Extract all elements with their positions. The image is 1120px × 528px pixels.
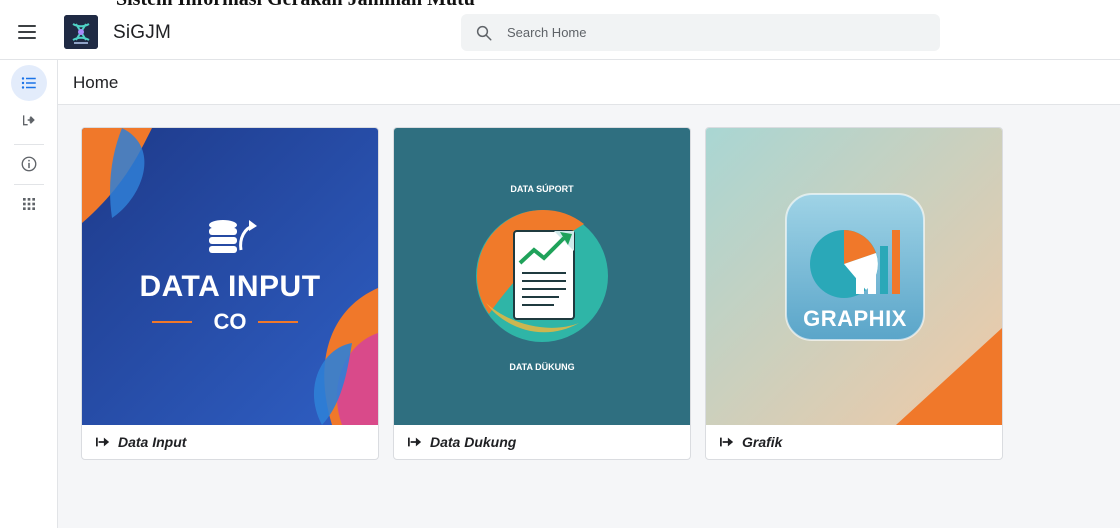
app-title[interactable]: SiGJM	[113, 22, 171, 44]
card-image-top-text: DATA SÚPORT	[510, 184, 574, 194]
decor-line-right	[258, 321, 298, 323]
list-icon	[21, 77, 36, 89]
rail-item-apps[interactable]	[11, 186, 47, 222]
search-input[interactable]	[507, 14, 927, 51]
card-image-data-input[interactable]: DATA INPUT CO	[82, 128, 378, 425]
card-label: Data Dukung	[430, 434, 517, 450]
rail-item-list[interactable]	[11, 65, 47, 101]
search-box[interactable]	[461, 14, 940, 51]
info-icon	[21, 156, 37, 172]
logout-icon	[23, 115, 35, 126]
card-footer[interactable]: Data Input	[82, 425, 378, 459]
login-arrow-icon	[96, 437, 110, 447]
card-image-title: DATA INPUT	[139, 270, 321, 303]
app-logo[interactable]	[64, 15, 98, 49]
search-icon	[476, 25, 492, 41]
login-arrow-icon	[720, 437, 734, 447]
card-data-dukung[interactable]: DATA SÚPORT DATA DÜKUNG Data Dukung	[393, 127, 691, 460]
rail-divider	[14, 144, 44, 145]
top-strip: Sistem Informasi Gerakan Jaminan Mutu	[0, 0, 1120, 8]
card-image-grafik[interactable]: GRAPHIX	[706, 128, 1002, 425]
side-rail	[0, 60, 58, 528]
card-image-bottom-text: DATA DÜKUNG	[509, 362, 575, 372]
card-label: Grafik	[742, 434, 783, 450]
rail-divider	[14, 184, 44, 185]
card-footer[interactable]: Grafik	[706, 425, 1002, 459]
card-label: Data Input	[118, 434, 187, 450]
rail-item-logout[interactable]	[11, 102, 47, 138]
app-bar: SiGJM	[0, 8, 1120, 60]
card-grafik[interactable]: GRAPHIX Grafik	[705, 127, 1003, 460]
card-image-subtitle: CO	[213, 309, 247, 334]
page-title: Home	[73, 73, 119, 92]
rail-item-info[interactable]	[11, 146, 47, 182]
card-data-input[interactable]: DATA INPUT CO Data Input	[81, 127, 379, 460]
login-arrow-icon	[408, 437, 422, 447]
breadcrumb: Home	[58, 60, 1120, 105]
top-strip-text: Sistem Informasi Gerakan Jaminan Mutu	[116, 0, 475, 8]
card-image-data-dukung[interactable]: DATA SÚPORT DATA DÜKUNG	[394, 128, 690, 425]
apps-grid-icon	[23, 198, 35, 210]
card-image-title: GRAPHIX	[803, 306, 907, 331]
menu-icon[interactable]	[18, 25, 36, 39]
logo-icon	[64, 15, 98, 49]
card-footer[interactable]: Data Dukung	[394, 425, 690, 459]
